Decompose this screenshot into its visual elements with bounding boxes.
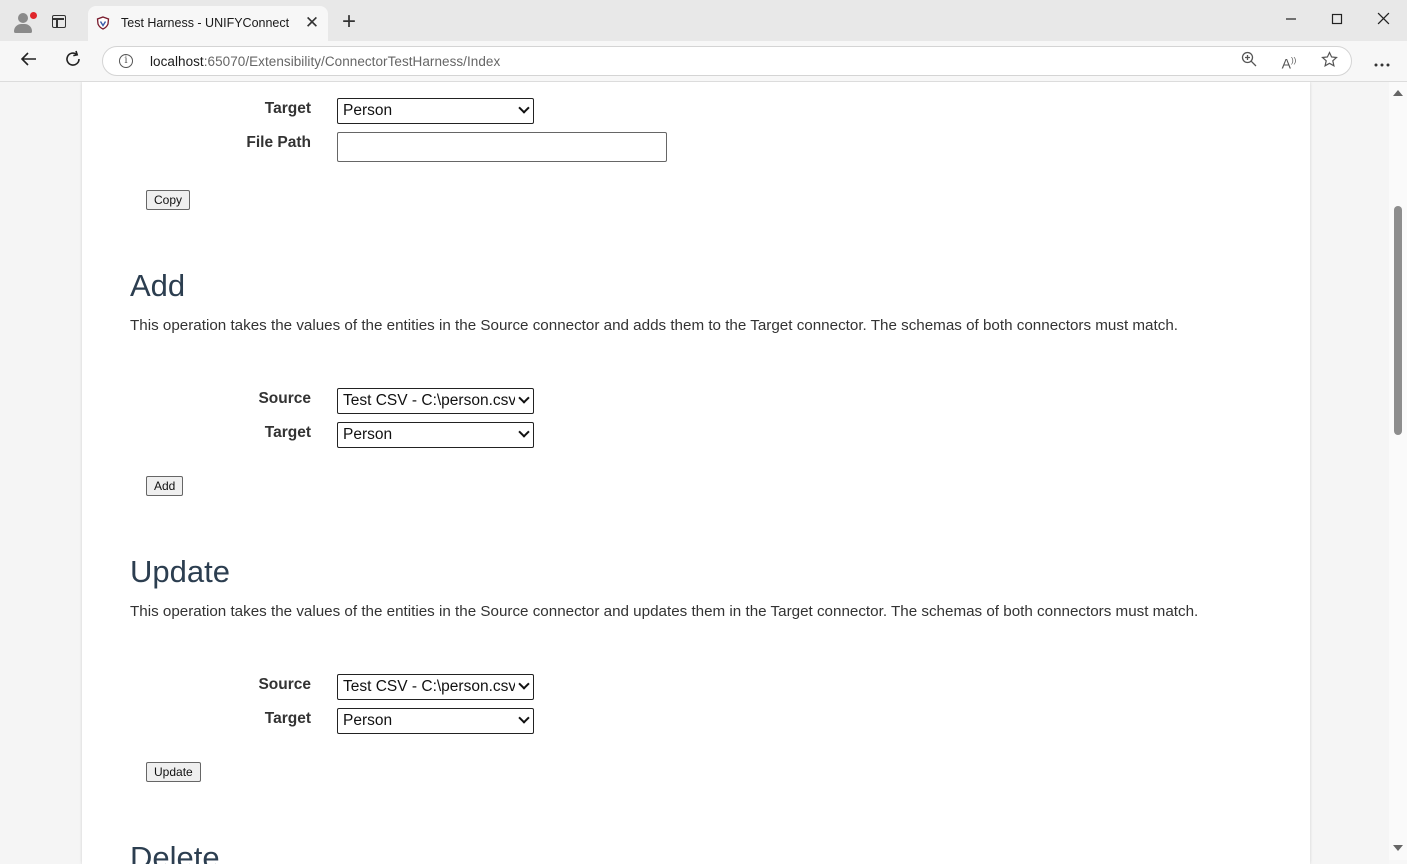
filepath-label: File Path [246,134,311,151]
copy-target-label: Target [264,100,311,117]
filepath-input[interactable] [337,132,667,162]
chevron-down-icon [518,712,530,724]
scrollbar-thumb[interactable] [1394,206,1402,435]
tab-close-icon[interactable]: ✕ [302,13,322,33]
chevron-down-icon [518,426,530,438]
browser-titlebar: Test Harness - UNIFYConnect ✕ + [0,0,1407,41]
update-heading: Update [130,554,230,589]
address-bar[interactable]: i localhost:65070/Extensibility/Connecto… [102,46,1352,76]
add-target-label: Target [264,424,311,441]
add-description: This operation takes the values of the e… [130,317,1178,334]
tab-title: Test Harness - UNIFYConnect [121,16,290,30]
read-aloud-icon[interactable]: A)) [1279,51,1299,72]
refresh-icon[interactable] [62,50,84,72]
update-description: This operation takes the values of the e… [130,603,1199,620]
update-target-select[interactable]: Person [337,708,534,734]
browser-tab[interactable]: Test Harness - UNIFYConnect ✕ [88,6,328,41]
add-source-label: Source [258,390,311,407]
delete-heading: Delete [130,840,220,864]
close-icon[interactable] [1368,8,1398,34]
maximize-icon[interactable] [1322,8,1352,34]
favorite-icon[interactable] [1319,51,1339,71]
new-tab-button[interactable]: + [339,10,359,34]
address-url[interactable]: localhost:65070/Extensibility/ConnectorT… [150,54,500,69]
add-source-select[interactable]: Test CSV - C:\person.csv [337,388,534,414]
chevron-down-icon [518,102,530,114]
add-target-select[interactable]: Person [337,422,534,448]
update-button[interactable]: Update [146,762,201,782]
update-source-select[interactable]: Test CSV - C:\person.csv [337,674,534,700]
chevron-down-icon [518,678,530,690]
info-icon[interactable]: i [119,54,133,68]
update-target-label: Target [264,710,311,727]
update-source-label: Source [258,676,311,693]
back-icon[interactable] [18,50,40,72]
minimize-icon[interactable] [1276,8,1306,34]
scroll-up-icon[interactable] [1393,90,1403,96]
copy-button[interactable]: Copy [146,190,191,210]
page-scrollbar[interactable] [1389,82,1407,860]
tab-actions-icon[interactable] [52,15,66,28]
page-viewport: Target Person File Path Copy Add This op… [0,82,1389,864]
add-heading: Add [130,268,186,303]
browser-navbar: i localhost:65070/Extensibility/Connecto… [0,41,1407,82]
more-icon[interactable] [1371,50,1393,72]
scroll-down-icon[interactable] [1393,845,1403,851]
profile-icon[interactable] [12,11,38,34]
add-button[interactable]: Add [146,476,184,496]
chevron-down-icon [518,392,530,404]
zoom-icon[interactable] [1239,51,1259,71]
site-favicon-icon [96,16,110,30]
copy-target-select[interactable]: Person [337,98,534,124]
page-content: Target Person File Path Copy Add This op… [82,82,1310,864]
